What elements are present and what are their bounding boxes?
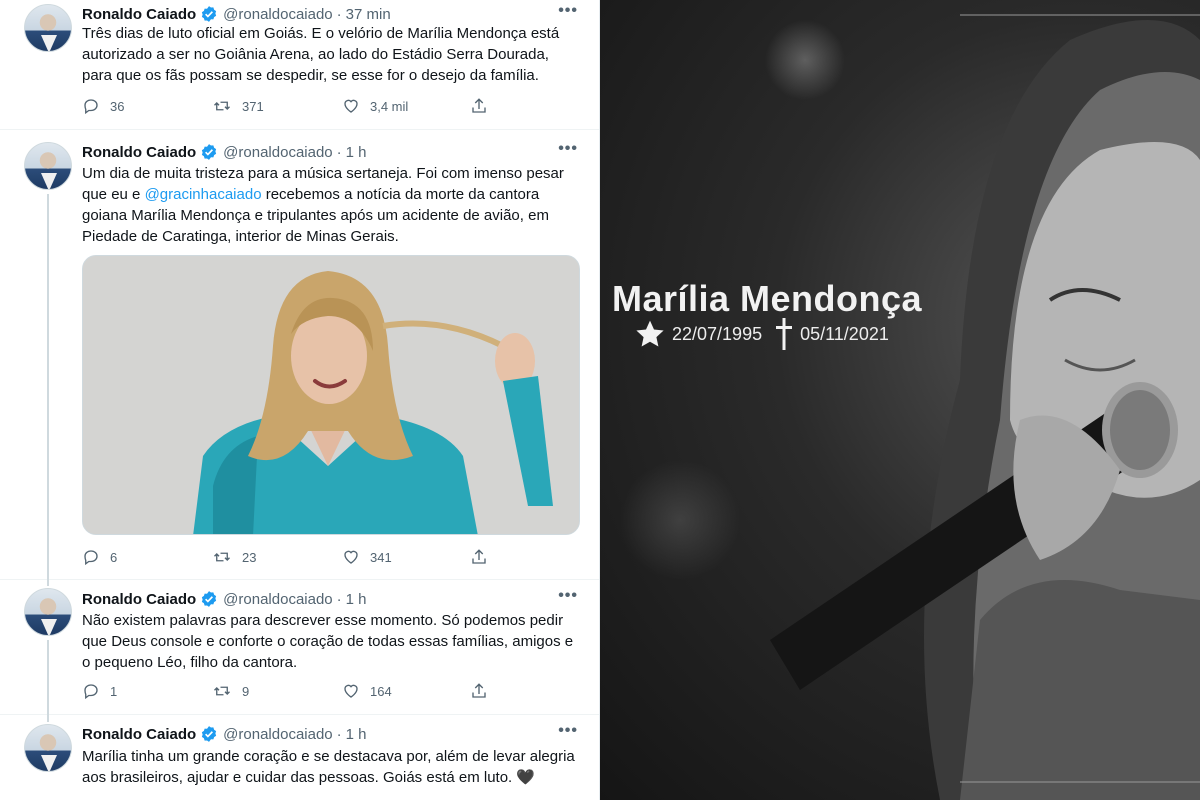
reply-count: 36 bbox=[110, 98, 125, 114]
reply-button[interactable]: 36 bbox=[82, 97, 212, 115]
share-icon bbox=[472, 549, 486, 564]
cross-icon bbox=[776, 318, 793, 350]
verified-badge-icon bbox=[200, 143, 218, 161]
heart-icon bbox=[344, 550, 358, 564]
author-name[interactable]: Ronaldo Caiado bbox=[82, 6, 196, 23]
share-icon bbox=[472, 683, 486, 698]
reply-count: 6 bbox=[110, 549, 118, 565]
retweet-count: 9 bbox=[242, 683, 250, 699]
tweet[interactable]: Ronaldo Caiado @ronaldocaiado · 1 h ••• … bbox=[0, 580, 599, 715]
reply-button[interactable]: 1 bbox=[82, 682, 212, 700]
birth-date: 22/07/1995 bbox=[672, 323, 763, 344]
author-handle[interactable]: @ronaldocaiado bbox=[223, 144, 332, 161]
author-handle[interactable]: @ronaldocaiado bbox=[223, 726, 332, 743]
tweet-header: Ronaldo Caiado @ronaldocaiado · 1 h bbox=[82, 589, 367, 609]
like-count: 3,4 mil bbox=[370, 98, 409, 114]
author-name[interactable]: Ronaldo Caiado bbox=[82, 726, 196, 743]
avatar[interactable] bbox=[24, 724, 72, 772]
retweet-count: 23 bbox=[242, 549, 257, 565]
avatar[interactable] bbox=[24, 4, 72, 52]
verified-badge-icon bbox=[200, 5, 218, 23]
separator-dot: · bbox=[336, 143, 342, 161]
author-handle[interactable]: @ronaldocaiado bbox=[223, 6, 332, 23]
memorial-name: Marília Mendonça bbox=[612, 278, 923, 319]
star-icon bbox=[636, 320, 664, 347]
thread-line bbox=[47, 194, 49, 580]
heart-icon bbox=[344, 99, 358, 113]
reply-icon bbox=[84, 99, 98, 115]
tweet-actions: 6 23 341 bbox=[82, 547, 502, 567]
like-count: 341 bbox=[370, 549, 392, 565]
tweet-text: Três dias de luto oficial em Goiás. E o … bbox=[82, 25, 560, 84]
tweet-text: Marília tinha um grande coração e se des… bbox=[82, 748, 575, 786]
retweet-button[interactable]: 371 bbox=[212, 97, 342, 115]
like-count: 164 bbox=[370, 683, 392, 699]
more-options-icon[interactable]: ••• bbox=[558, 722, 578, 740]
retweet-count: 371 bbox=[242, 98, 264, 114]
more-options-icon[interactable]: ••• bbox=[558, 2, 578, 20]
tweet-photo[interactable] bbox=[82, 255, 580, 535]
thread-line bbox=[47, 715, 49, 722]
separator-dot: · bbox=[336, 5, 342, 23]
avatar[interactable] bbox=[24, 142, 72, 190]
timestamp[interactable]: 1 h bbox=[346, 591, 367, 608]
share-button[interactable] bbox=[470, 548, 498, 566]
separator-dot: · bbox=[336, 725, 342, 743]
retweet-icon bbox=[214, 101, 230, 111]
tweet-text: Um dia de muita tristeza para a música s… bbox=[82, 163, 582, 247]
thread-line bbox=[47, 640, 49, 715]
tweet[interactable]: Ronaldo Caiado @ronaldocaiado · 1 h ••• … bbox=[0, 130, 599, 580]
heart-icon bbox=[344, 684, 358, 698]
more-options-icon[interactable]: ••• bbox=[558, 140, 578, 158]
timestamp[interactable]: 1 h bbox=[346, 144, 367, 161]
separator-dot: · bbox=[336, 590, 342, 608]
share-button[interactable] bbox=[470, 682, 498, 700]
retweet-icon bbox=[214, 552, 230, 562]
mention-link[interactable]: @gracinhacaiado bbox=[145, 186, 262, 203]
share-button[interactable] bbox=[470, 97, 498, 115]
author-name[interactable]: Ronaldo Caiado bbox=[82, 144, 196, 161]
like-button[interactable]: 164 bbox=[342, 682, 472, 700]
retweet-button[interactable]: 23 bbox=[212, 548, 342, 566]
like-button[interactable]: 3,4 mil bbox=[342, 97, 472, 115]
tweet-header: Ronaldo Caiado @ronaldocaiado · 1 h bbox=[82, 724, 367, 744]
thread-line bbox=[47, 580, 49, 586]
memorial-dates: 22/07/1995 05/11/2021 bbox=[634, 318, 901, 350]
tweet-actions: 36 371 3,4 mil bbox=[82, 96, 502, 116]
memorial-image: Marília Mendonça 22/07/1995 05/11/2021 bbox=[600, 0, 1200, 800]
reply-button[interactable]: 6 bbox=[82, 548, 212, 566]
reply-count: 1 bbox=[110, 683, 118, 699]
tweet-actions: 1 9 164 bbox=[82, 681, 502, 701]
like-button[interactable]: 341 bbox=[342, 548, 472, 566]
verified-badge-icon bbox=[200, 725, 218, 743]
memorial-photo-illustration bbox=[620, 14, 1200, 800]
tweet-text: Não existem palavras para descrever esse… bbox=[82, 612, 574, 671]
tweet[interactable]: Ronaldo Caiado @ronaldocaiado · 37 min •… bbox=[0, 0, 599, 130]
more-options-icon[interactable]: ••• bbox=[558, 587, 578, 605]
author-handle[interactable]: @ronaldocaiado bbox=[223, 591, 332, 608]
tweet[interactable]: Ronaldo Caiado @ronaldocaiado · 1 h ••• … bbox=[0, 715, 599, 800]
retweet-icon bbox=[214, 686, 230, 696]
tweet-header: Ronaldo Caiado @ronaldocaiado · 37 min bbox=[82, 4, 391, 24]
reply-icon bbox=[84, 684, 98, 700]
tweet-header: Ronaldo Caiado @ronaldocaiado · 1 h bbox=[82, 142, 367, 162]
retweet-button[interactable]: 9 bbox=[212, 682, 342, 700]
photo-illustration bbox=[83, 256, 579, 534]
death-date: 05/11/2021 bbox=[800, 323, 889, 344]
timestamp[interactable]: 37 min bbox=[346, 6, 391, 23]
share-icon bbox=[472, 98, 486, 113]
twitter-feed: Ronaldo Caiado @ronaldocaiado · 37 min •… bbox=[0, 0, 600, 800]
timestamp[interactable]: 1 h bbox=[346, 726, 367, 743]
verified-badge-icon bbox=[200, 590, 218, 608]
avatar[interactable] bbox=[24, 588, 72, 636]
reply-icon bbox=[84, 550, 98, 566]
author-name[interactable]: Ronaldo Caiado bbox=[82, 591, 196, 608]
